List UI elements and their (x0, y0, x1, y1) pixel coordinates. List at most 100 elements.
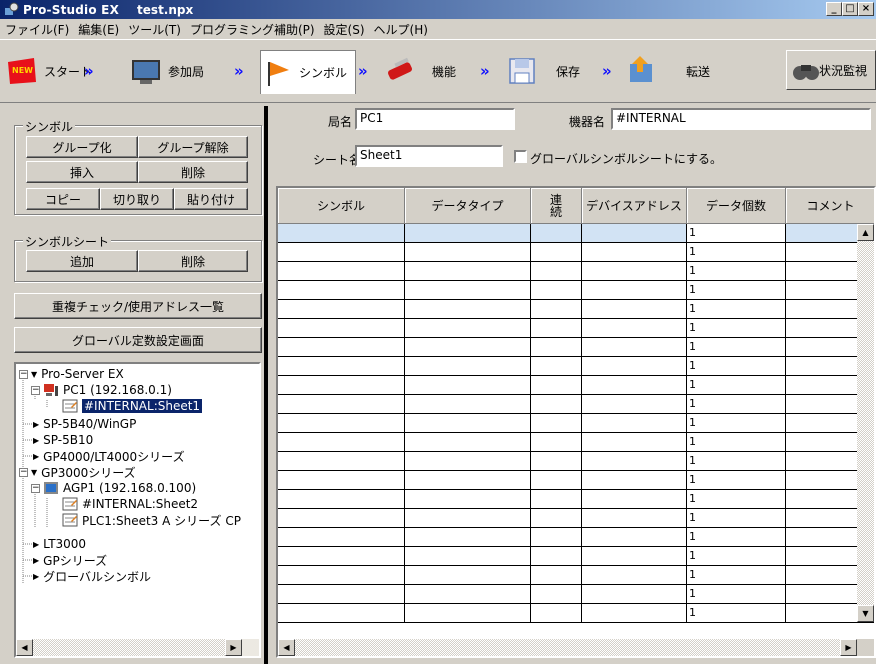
grid-cell[interactable] (582, 433, 687, 452)
grid-cell[interactable] (405, 547, 531, 566)
grid-cell[interactable] (582, 471, 687, 490)
grid-cell[interactable]: 1 (687, 509, 786, 528)
function-step[interactable]: 機能 (384, 53, 456, 89)
grid-cell[interactable] (582, 566, 687, 585)
symbol-step[interactable]: シンボル (260, 50, 356, 94)
duplicate-check-button[interactable]: 重複チェック/使用アドレス一覧 (14, 293, 262, 319)
grid-cell[interactable]: 1 (687, 357, 786, 376)
grid-cell[interactable] (278, 509, 405, 528)
menu-tools[interactable]: ツール(T) (125, 21, 187, 38)
grid-cell[interactable] (582, 395, 687, 414)
grid-cell[interactable] (405, 395, 531, 414)
tree-node-gp-series[interactable]: ▶ GPシリーズ (33, 552, 107, 568)
menu-settings[interactable]: 設定(S) (321, 21, 371, 38)
grid-cell[interactable] (278, 357, 405, 376)
grid-cell[interactable] (405, 471, 531, 490)
collapse-icon[interactable]: − (19, 369, 28, 379)
grid-cell[interactable] (531, 452, 582, 471)
grid-cell[interactable] (582, 300, 687, 319)
grid-cell[interactable] (278, 585, 405, 604)
grid-cell[interactable]: 1 (687, 471, 786, 490)
col-header-comment[interactable]: コメント (786, 188, 874, 224)
grid-cell[interactable] (582, 262, 687, 281)
grid-cell[interactable] (531, 471, 582, 490)
collapse-icon[interactable]: − (31, 385, 40, 395)
grid-cell[interactable]: 1 (687, 566, 786, 585)
grid-cell[interactable]: 1 (687, 547, 786, 566)
grid-cell[interactable] (582, 604, 687, 623)
col-header-data-count[interactable]: データ個数 (687, 188, 786, 224)
close-button[interactable]: × (858, 2, 874, 16)
grid-cell[interactable]: 1 (687, 300, 786, 319)
grid-cell[interactable] (582, 452, 687, 471)
tree-node-lt3000[interactable]: ▶ LT3000 (33, 536, 86, 552)
grid-cell[interactable]: 1 (687, 452, 786, 471)
grid-cell[interactable] (278, 604, 405, 623)
menu-help[interactable]: ヘルプ(H) (371, 21, 434, 38)
grid-cell[interactable] (531, 395, 582, 414)
grid-cell[interactable] (582, 319, 687, 338)
grid-cell[interactable]: 1 (687, 376, 786, 395)
tree-node-plc1-sheet3[interactable]: PLC1:Sheet3 A シリーズ CP (62, 512, 241, 528)
ungroup-button[interactable]: グループ解除 (138, 136, 248, 158)
grid-cell[interactable] (405, 281, 531, 300)
grid-cell[interactable] (531, 224, 582, 243)
maximize-button[interactable]: □ (842, 2, 858, 16)
tree-node-internal-sheet1[interactable]: #INTERNAL:Sheet1 (62, 398, 203, 414)
grid-cell[interactable] (405, 357, 531, 376)
grid-cell[interactable] (278, 319, 405, 338)
grid-cell[interactable]: 1 (687, 490, 786, 509)
grid-cell[interactable] (582, 338, 687, 357)
grid-cell[interactable] (405, 338, 531, 357)
grid-cell[interactable] (278, 300, 405, 319)
global-sheet-checkbox[interactable] (514, 150, 527, 163)
grid-cell[interactable] (531, 243, 582, 262)
grid-cell[interactable] (531, 281, 582, 300)
grid-vscrollbar[interactable]: ▲ ▼ (857, 224, 874, 622)
grid-cell[interactable]: 1 (687, 585, 786, 604)
grid-cell[interactable] (531, 528, 582, 547)
scroll-right-icon[interactable]: ▶ (840, 639, 857, 656)
grid-cell[interactable] (278, 395, 405, 414)
collapse-icon[interactable]: − (19, 467, 28, 477)
grid-cell[interactable] (278, 224, 405, 243)
grid-cell[interactable]: 1 (687, 338, 786, 357)
grid-cell[interactable]: 1 (687, 262, 786, 281)
grid-cell[interactable] (531, 262, 582, 281)
grid-cell[interactable]: 1 (687, 281, 786, 300)
grid-cell[interactable] (531, 357, 582, 376)
grid-cell[interactable]: 1 (687, 224, 786, 243)
save-step[interactable]: 保存 (506, 53, 580, 89)
grid-cell[interactable] (582, 509, 687, 528)
tree-node-pc1[interactable]: − PC1 (192.168.0.1) (31, 382, 172, 398)
grid-cell[interactable] (278, 433, 405, 452)
grid-cell[interactable] (405, 414, 531, 433)
grid-cell[interactable] (278, 338, 405, 357)
sheet-name-input[interactable]: Sheet1 (355, 145, 503, 167)
grid-cell[interactable] (405, 452, 531, 471)
grid-cell[interactable] (405, 433, 531, 452)
grid-cell[interactable] (531, 604, 582, 623)
tree-hscrollbar[interactable]: ◀ ▶ (16, 639, 259, 656)
collapse-icon[interactable]: − (31, 483, 40, 493)
tree-node-pro-server[interactable]: − ▼ Pro-Server EX (19, 366, 124, 382)
grid-cell[interactable] (278, 281, 405, 300)
scroll-down-icon[interactable]: ▼ (857, 605, 874, 622)
tree-node-sp5b40[interactable]: ▶ SP-5B40/WinGP (33, 416, 136, 432)
project-tree[interactable]: − ▼ Pro-Server EX − PC1 (192.168.0.1) #I… (14, 362, 261, 658)
col-header-symbol[interactable]: シンボル (278, 188, 405, 224)
grid-cell[interactable] (405, 509, 531, 528)
tree-node-agp1[interactable]: − AGP1 (192.168.0.100) (31, 480, 196, 496)
grid-cell[interactable] (278, 528, 405, 547)
tree-node-global-symbol[interactable]: ▶ グローバルシンボル (33, 568, 151, 584)
station-name-input[interactable]: PC1 (355, 108, 515, 130)
grid-cell[interactable] (405, 566, 531, 585)
grid-cell[interactable] (531, 376, 582, 395)
menu-file[interactable]: ファイル(F) (2, 21, 75, 38)
grid-cell[interactable] (405, 604, 531, 623)
scroll-left-icon[interactable]: ◀ (278, 639, 295, 656)
grid-cell[interactable]: 1 (687, 604, 786, 623)
scroll-right-icon[interactable]: ▶ (225, 639, 242, 656)
minimize-button[interactable]: _ (826, 2, 842, 16)
grid-cell[interactable]: 1 (687, 414, 786, 433)
